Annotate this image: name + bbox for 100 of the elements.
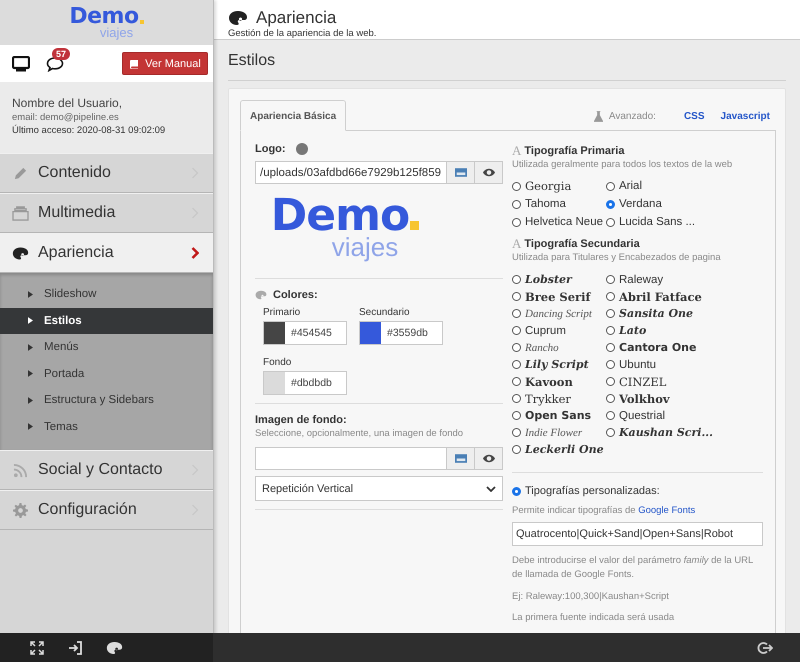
- font-option[interactable]: Leckerli One: [525, 443, 604, 456]
- radio-button[interactable]: [606, 200, 615, 208]
- font-option[interactable]: Bree Serif: [525, 290, 590, 304]
- radio-button[interactable]: [606, 411, 615, 420]
- input-field[interactable]: /uploads/03afdbd66e7929b125f859: [255, 161, 447, 184]
- field-label: Imagen de fondo:: [255, 414, 348, 426]
- radio-button[interactable]: [606, 343, 615, 352]
- radio-button[interactable]: [606, 326, 615, 335]
- radio-button[interactable]: [606, 218, 615, 226]
- font-option[interactable]: Tahoma: [525, 198, 566, 210]
- font-option[interactable]: CINZEL: [619, 374, 666, 388]
- font-option[interactable]: Rancho: [525, 342, 559, 354]
- radio-button[interactable]: [512, 428, 521, 437]
- image-button[interactable]: [447, 161, 475, 184]
- font-option[interactable]: Lato: [619, 324, 646, 337]
- submenu-item[interactable]: Portada: [0, 360, 213, 387]
- field-label: Logo:: [255, 143, 286, 155]
- advanced-link[interactable]: CSS: [684, 111, 705, 122]
- font-option[interactable]: Lily Script: [525, 358, 589, 371]
- font-option[interactable]: Raleway: [619, 274, 664, 286]
- color-field[interactable]: #3559db: [359, 321, 443, 345]
- radio-button[interactable]: [606, 394, 615, 403]
- radio-button[interactable]: [512, 275, 521, 284]
- field-hint: Permite indicar tipografías de: [512, 505, 636, 516]
- radio-button[interactable]: [512, 360, 521, 369]
- image-button[interactable]: [447, 447, 475, 470]
- font-option[interactable]: Kavoon: [525, 374, 573, 388]
- section-hint: Utilizada para Titulares y Encabezados de pagina: [512, 252, 722, 263]
- radio-button[interactable]: [512, 394, 521, 403]
- radio-button[interactable]: [512, 182, 521, 190]
- font-option[interactable]: Open Sans: [525, 409, 592, 422]
- radio-button[interactable]: [512, 218, 521, 226]
- font-option[interactable]: Ubuntu: [619, 358, 656, 370]
- radio-button[interactable]: [512, 445, 521, 454]
- input-field[interactable]: Quatrocento|Quick+Sand|Open+Sans|Robot: [512, 522, 763, 546]
- font-option[interactable]: Abril Fatface: [619, 290, 702, 304]
- advanced-link[interactable]: Javascript: [720, 111, 770, 122]
- menu-item[interactable]: Multimedia: [0, 193, 213, 233]
- triangle-icon: [28, 344, 33, 351]
- sign-in-icon[interactable]: [68, 640, 82, 654]
- book-icon: [129, 58, 140, 68]
- preview-button[interactable]: [475, 447, 503, 470]
- font-option[interactable]: Verdana: [619, 198, 662, 210]
- notification-badge: 57: [52, 48, 70, 60]
- radio-button[interactable]: [512, 486, 521, 496]
- radio-label[interactable]: Tipografías personalizadas:: [525, 485, 660, 497]
- font-option[interactable]: Sansita One: [619, 307, 694, 320]
- font-option[interactable]: Georgia: [525, 179, 572, 193]
- repeat-dropdown[interactable]: Repetición Vertical: [255, 476, 503, 501]
- submenu-item[interactable]: Slideshow: [0, 281, 213, 308]
- color-field[interactable]: #454545: [263, 321, 347, 345]
- radio-button[interactable]: [606, 309, 615, 318]
- menu-item[interactable]: Contenido: [0, 153, 213, 193]
- radio-button[interactable]: [606, 182, 615, 190]
- menu-item[interactable]: Configuración: [0, 490, 213, 530]
- font-option[interactable]: Helvetica Neue: [525, 216, 603, 228]
- font-option[interactable]: Arial: [619, 180, 642, 192]
- eye-icon: [482, 168, 494, 177]
- menu-item[interactable]: Social y Contacto: [0, 450, 213, 490]
- color-field[interactable]: #dbdbdb: [263, 371, 347, 395]
- radio-button[interactable]: [606, 377, 615, 386]
- radio-button[interactable]: [512, 377, 521, 386]
- font-option[interactable]: Kaushan Scri...: [619, 426, 713, 439]
- input-field[interactable]: [255, 447, 447, 470]
- font-option[interactable]: Lucida Sans ...: [619, 216, 696, 228]
- logo-wordmark: Demo: [69, 6, 139, 28]
- field-label: Colores:: [273, 289, 318, 301]
- radio-button[interactable]: [512, 411, 521, 420]
- font-option[interactable]: Cantora One: [619, 341, 696, 354]
- font-option[interactable]: Dancing Script: [525, 308, 592, 320]
- eye-icon: [482, 454, 494, 463]
- radio-button[interactable]: [606, 360, 615, 369]
- manual-button[interactable]: Ver Manual: [122, 52, 208, 75]
- radio-button[interactable]: [606, 275, 615, 284]
- radio-button[interactable]: [606, 428, 615, 437]
- font-option[interactable]: Lobster: [525, 273, 572, 286]
- font-option[interactable]: Cuprum: [525, 324, 566, 336]
- font-option[interactable]: Indie Flower: [525, 426, 582, 438]
- menu-item[interactable]: Apariencia: [0, 233, 213, 273]
- submenu-item[interactable]: Estructura y Sidebars: [0, 387, 213, 414]
- preview-button[interactable]: [475, 161, 503, 184]
- font-option[interactable]: Trykker: [525, 392, 571, 406]
- radio-button[interactable]: [512, 326, 521, 335]
- submenu-item[interactable]: Temas: [0, 414, 213, 440]
- tab[interactable]: Apariencia Básica: [240, 100, 346, 131]
- radio-button[interactable]: [512, 292, 521, 301]
- radio-button[interactable]: [512, 343, 521, 352]
- font-option[interactable]: Volkhov: [619, 392, 670, 406]
- submenu-item[interactable]: Menús: [0, 334, 213, 360]
- radio-button[interactable]: [512, 200, 521, 208]
- font-option[interactable]: Questrial: [619, 410, 666, 422]
- logout-icon[interactable]: [757, 640, 773, 654]
- page-subtitle: Gestión de la apariencia de la web.: [228, 28, 378, 39]
- radio-button[interactable]: [606, 292, 615, 301]
- radio-button[interactable]: [512, 309, 521, 318]
- chat-icon[interactable]: [46, 56, 64, 72]
- google-fonts-link[interactable]: Google Fonts: [638, 505, 696, 516]
- monitor-icon[interactable]: [12, 56, 30, 72]
- submenu-item[interactable]: Estilos: [0, 308, 213, 334]
- fullscreen-icon[interactable]: [30, 640, 44, 654]
